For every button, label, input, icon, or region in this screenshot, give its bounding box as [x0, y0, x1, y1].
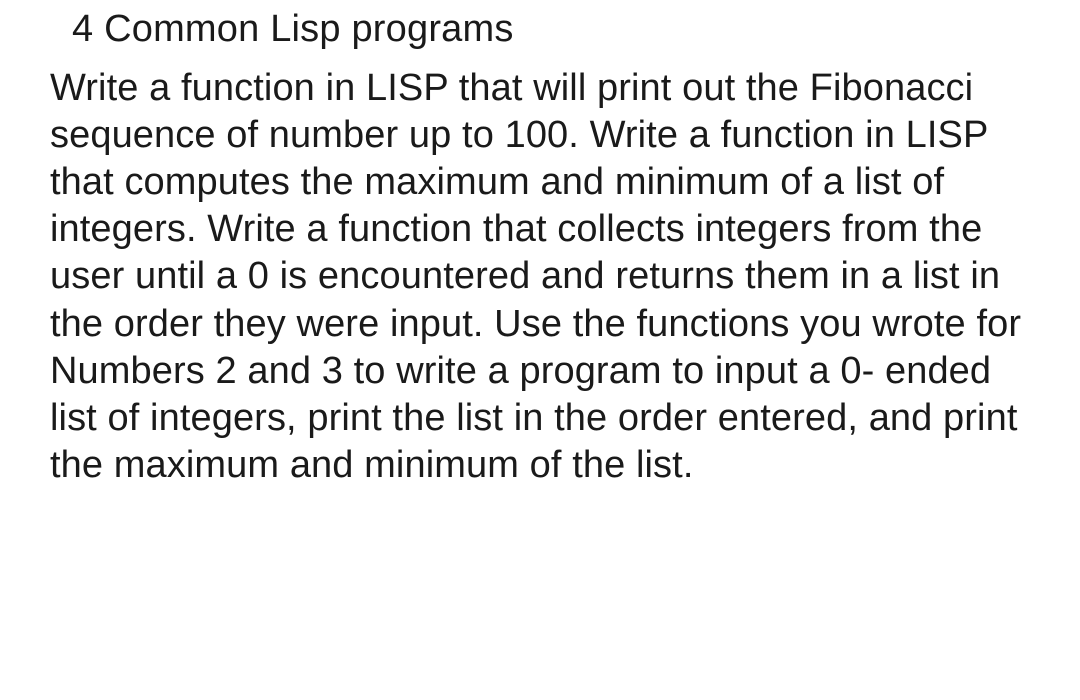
- document-container: 4 Common Lisp programs Write a function …: [0, 0, 1080, 489]
- document-title: 4 Common Lisp programs: [72, 8, 1030, 51]
- document-body: Write a function in LISP that will print…: [50, 65, 1030, 489]
